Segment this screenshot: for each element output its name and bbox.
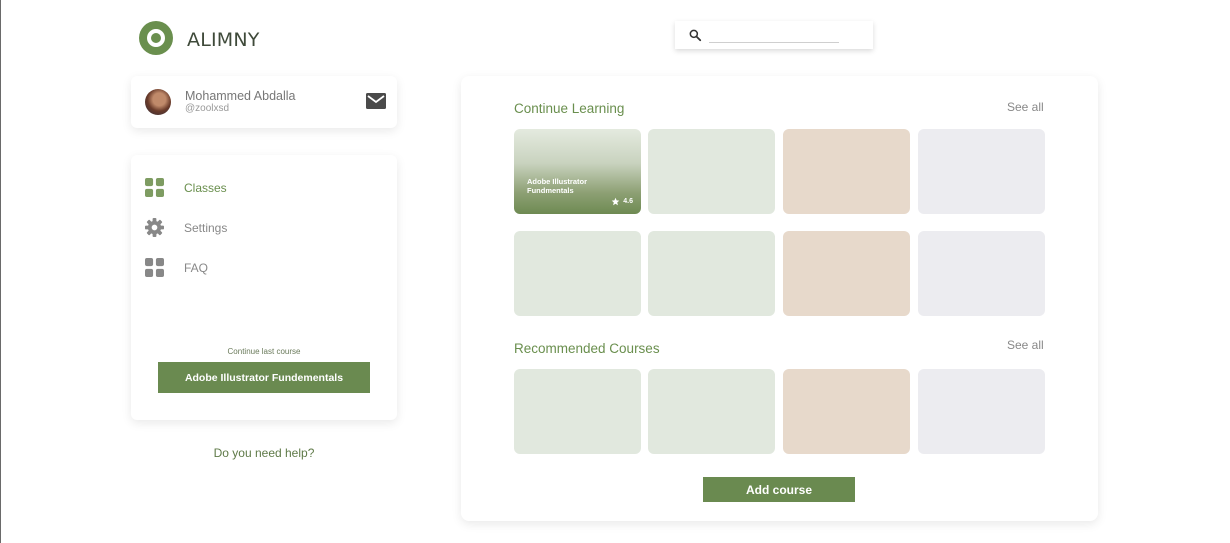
course-tile[interactable] bbox=[783, 231, 910, 316]
sidebar-item-faq[interactable]: FAQ bbox=[131, 255, 397, 281]
profile-card: Mohammed Abdalla @zoolxsd bbox=[131, 76, 397, 128]
grid-icon bbox=[145, 178, 164, 197]
course-tile[interactable] bbox=[918, 231, 1045, 316]
course-tile[interactable] bbox=[514, 231, 641, 316]
continue-course-button[interactable]: Adobe Illustrator Fundementals bbox=[158, 362, 370, 393]
recommended-courses-title: Recommended Courses bbox=[514, 341, 660, 356]
main-panel: Continue Learning See all Adobe Illustra… bbox=[461, 76, 1098, 521]
course-tile[interactable] bbox=[918, 369, 1045, 454]
logo-icon bbox=[139, 21, 173, 55]
rating-value: 4.6 bbox=[623, 198, 633, 205]
course-tile[interactable] bbox=[783, 129, 910, 214]
window-edge bbox=[0, 0, 1, 543]
sidebar-item-settings[interactable]: Settings bbox=[131, 215, 397, 241]
course-tile[interactable] bbox=[648, 231, 775, 316]
course-tile[interactable] bbox=[918, 129, 1045, 214]
course-tile[interactable] bbox=[648, 129, 775, 214]
profile-name: Mohammed Abdalla bbox=[185, 89, 296, 103]
add-course-button[interactable]: Add course bbox=[703, 477, 855, 502]
course-tile-featured[interactable]: Adobe Illustrator Fundmentals 4.6 bbox=[514, 129, 641, 214]
sidebar-item-label: FAQ bbox=[184, 261, 209, 275]
course-tile[interactable] bbox=[783, 369, 910, 454]
see-all-link[interactable]: See all bbox=[1007, 338, 1044, 352]
sidebar-nav: Classes Settings FAQ Continue last cours… bbox=[131, 155, 397, 420]
search-bar bbox=[675, 21, 873, 49]
search-input[interactable] bbox=[709, 25, 839, 43]
search-icon[interactable] bbox=[688, 28, 702, 42]
profile-handle: @zoolxsd bbox=[185, 103, 230, 114]
brand-name: ALIMNY bbox=[187, 29, 260, 51]
star-icon bbox=[612, 197, 620, 206]
continue-learning-title: Continue Learning bbox=[514, 101, 625, 116]
help-link[interactable]: Do you need help? bbox=[131, 446, 397, 460]
sidebar-item-label: Settings bbox=[184, 221, 228, 235]
continue-caption: Continue last course bbox=[227, 347, 301, 356]
gear-icon bbox=[145, 218, 164, 237]
avatar[interactable] bbox=[145, 89, 171, 115]
sidebar-item-classes[interactable]: Classes bbox=[131, 175, 397, 201]
mail-icon[interactable] bbox=[366, 93, 386, 109]
grid-icon bbox=[145, 258, 164, 277]
course-rating: 4.6 bbox=[611, 197, 633, 206]
course-tile[interactable] bbox=[648, 369, 775, 454]
course-tile[interactable] bbox=[514, 369, 641, 454]
sidebar-item-label: Classes bbox=[184, 181, 227, 195]
see-all-link[interactable]: See all bbox=[1007, 100, 1044, 114]
course-title: Adobe Illustrator Fundmentals bbox=[527, 177, 588, 195]
